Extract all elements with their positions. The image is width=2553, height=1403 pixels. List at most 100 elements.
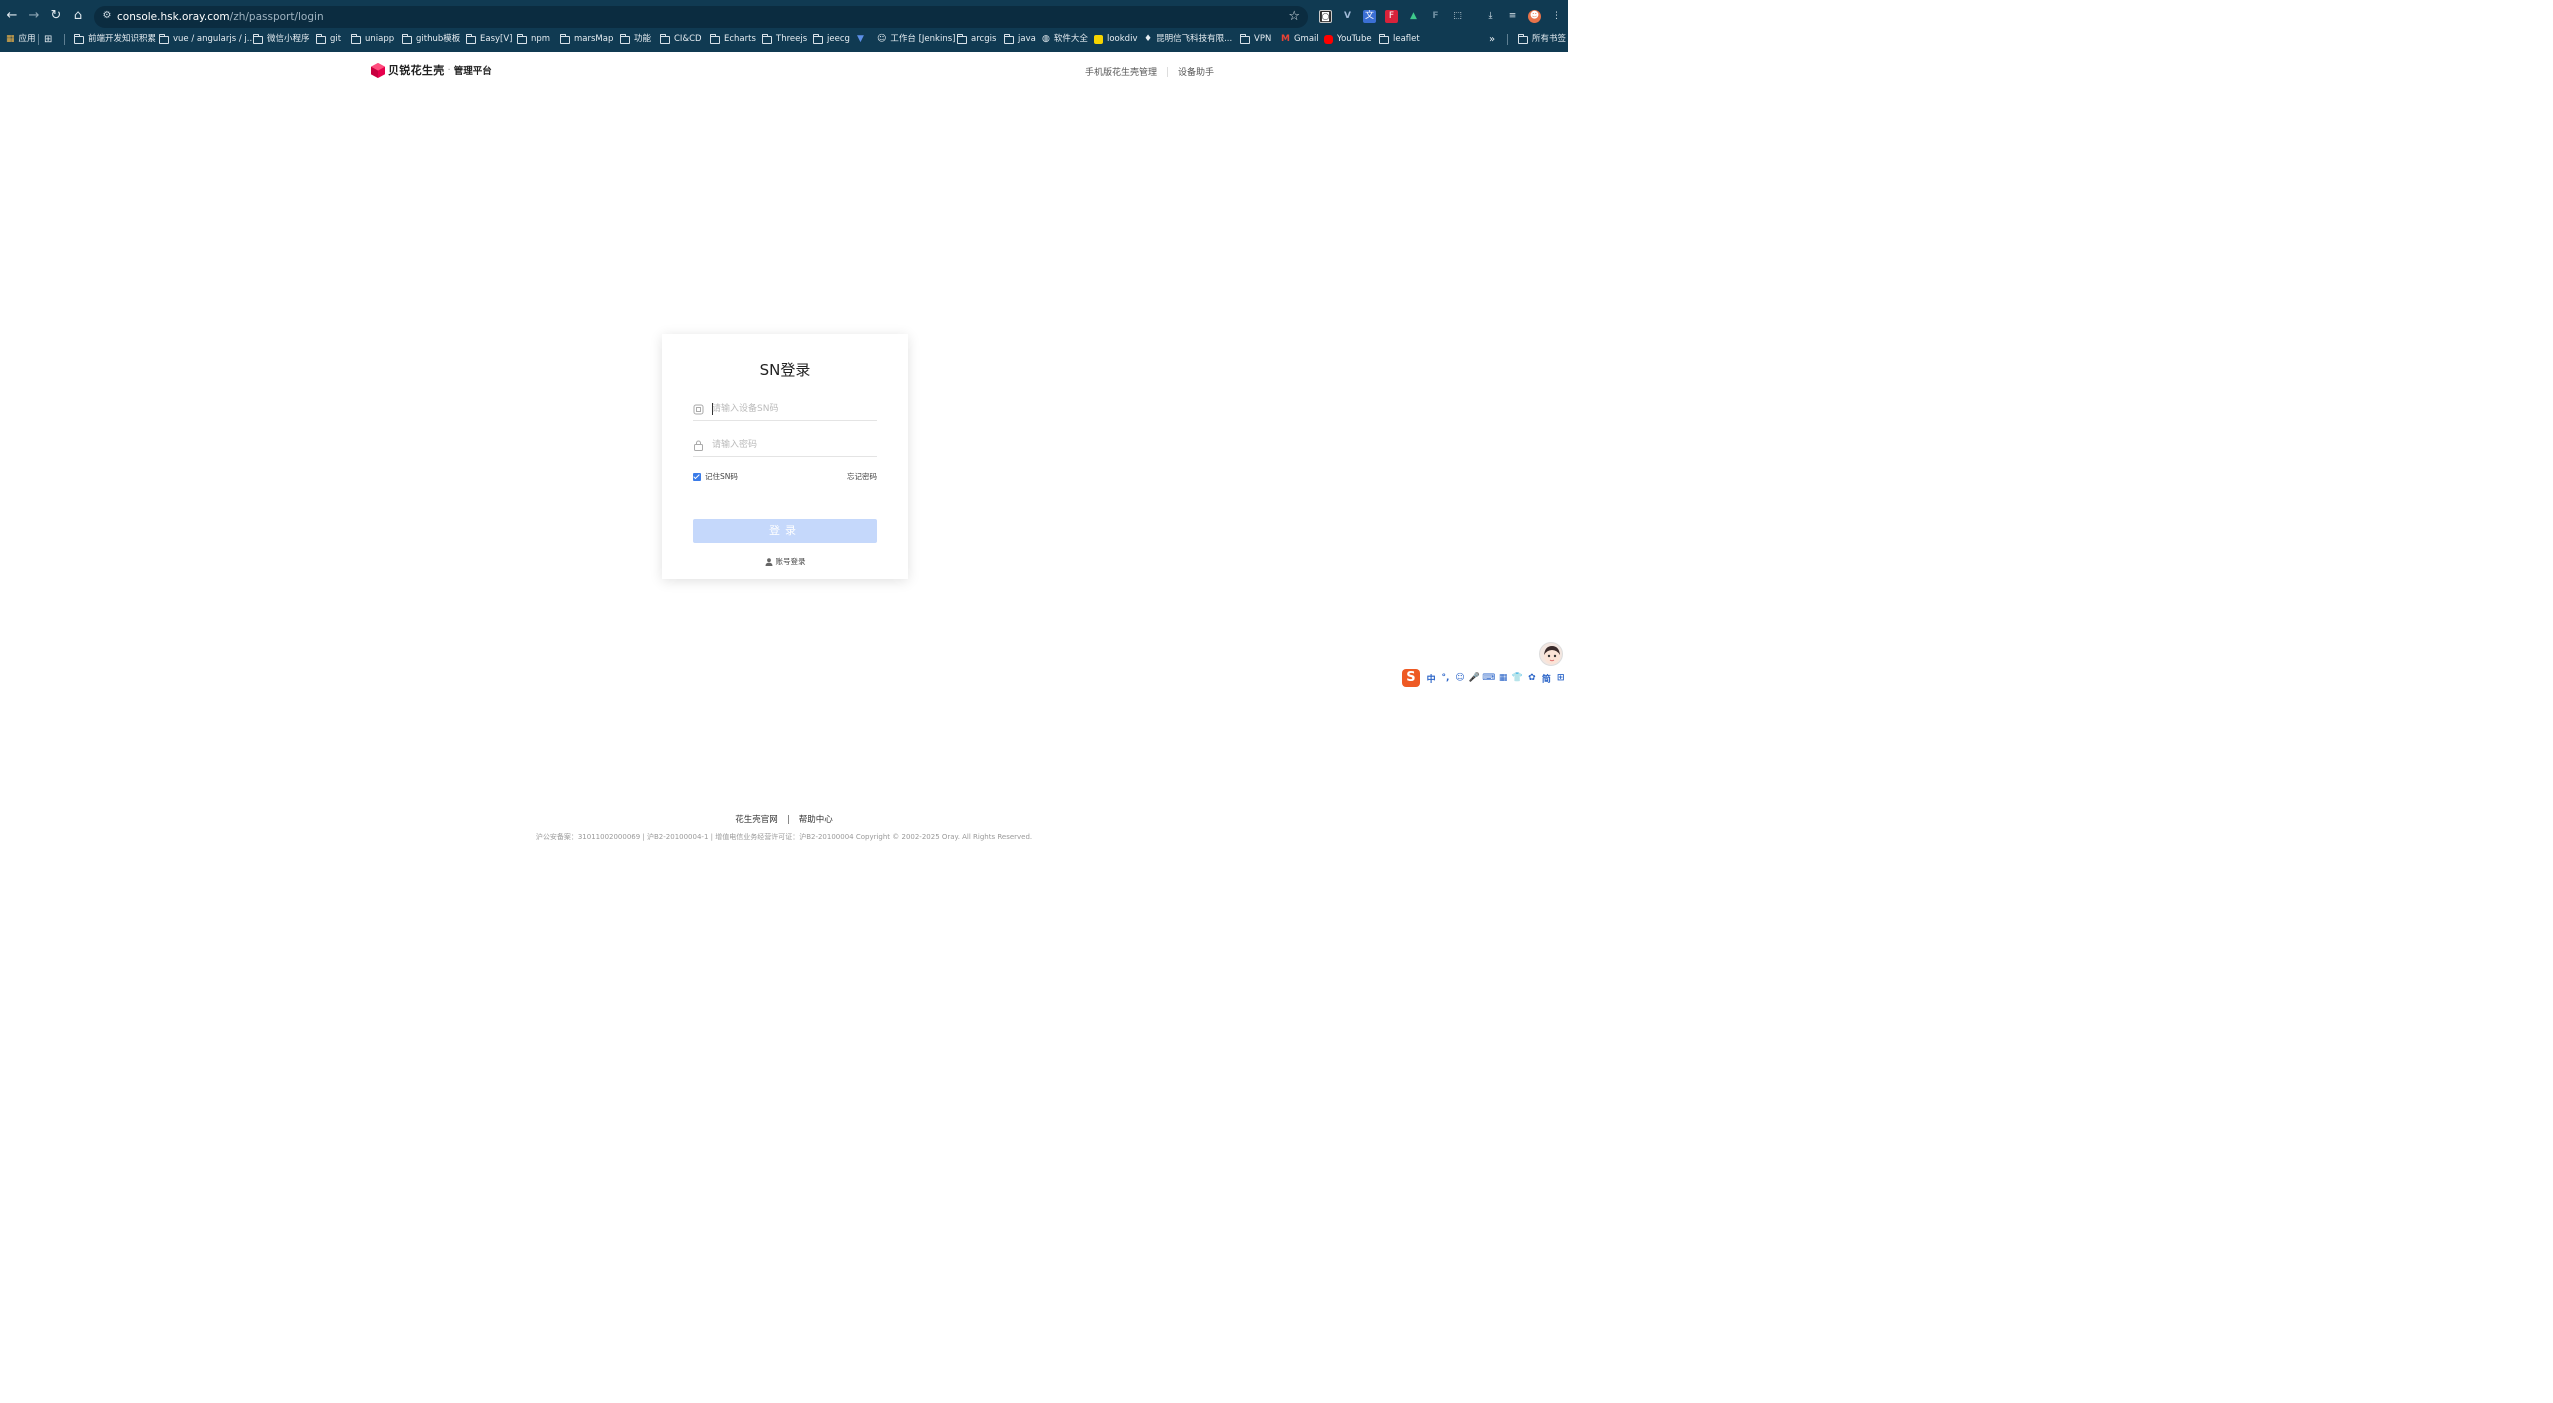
brand-separator: · <box>447 64 451 76</box>
browser-chrome: ← → ↻ ⌂ ⚙ console.hsk.oray.com/zh/passpo… <box>0 0 1568 52</box>
platform-name: 管理平台 <box>453 66 492 77</box>
bookmark-jenkins[interactable]: ☺ 工作台 [Jenkins] <box>877 33 955 46</box>
header-separator <box>1166 66 1168 77</box>
address-bar[interactable]: ⚙ console.hsk.oray.com/zh/passport/login… <box>94 6 1308 28</box>
official-site-link[interactable]: 花生壳官网 <box>735 813 778 825</box>
bookmark-folder[interactable]: jeecg <box>813 33 850 46</box>
browser-menu-icon[interactable]: ⋮ <box>1550 10 1563 23</box>
bookmark-separator <box>1507 34 1508 45</box>
font-extension-icon[interactable]: F <box>1429 10 1442 23</box>
bookmarks-overflow[interactable]: » <box>1489 33 1495 46</box>
user-icon <box>765 557 772 566</box>
youtube-icon <box>1324 35 1333 44</box>
account-login-label: 账号登录 <box>775 557 806 566</box>
ime-simplified-mode[interactable]: 简 <box>1539 672 1553 685</box>
bookmark-folder[interactable]: 微信小程序 <box>253 33 310 46</box>
bookmark-folder[interactable]: Threejs <box>762 33 807 46</box>
bookmark-star-icon[interactable]: ☆ <box>1288 8 1300 26</box>
bookmark-apps[interactable]: ▦ 应用 <box>6 33 36 46</box>
remember-sn[interactable]: 记住SN码 <box>693 471 738 482</box>
download-icon[interactable]: ⤓ <box>1484 10 1497 23</box>
bookmark-folder[interactable]: git <box>316 33 341 46</box>
remember-sn-label: 记住SN码 <box>705 472 738 481</box>
globe-icon: ◍ <box>1042 34 1050 44</box>
bookmark-tab-groups[interactable]: ⊞ <box>44 33 52 46</box>
ime-emoji-icon[interactable]: ☺ <box>1453 673 1467 683</box>
help-center-link[interactable]: 帮助中心 <box>799 813 833 825</box>
login-button[interactable]: 登录 <box>693 519 877 543</box>
password-input[interactable] <box>712 437 876 453</box>
text-caret <box>712 403 713 415</box>
bookmark-folder[interactable]: CI&CD <box>660 33 702 46</box>
reading-list-icon[interactable]: ≡ <box>1506 10 1519 23</box>
password-field[interactable] <box>693 435 877 457</box>
bookmark-gmail[interactable]: M Gmail <box>1281 33 1319 46</box>
footer-separator <box>787 814 789 824</box>
bookmark-vuetify[interactable]: ▼ <box>857 33 864 46</box>
bookmark-folder[interactable]: vue / angularjs / j... <box>159 33 255 46</box>
bookmark-folder[interactable]: npm <box>517 33 550 46</box>
site-info-icon[interactable]: ⚙ <box>100 9 114 23</box>
bookmark-software[interactable]: ◍ 软件大全 <box>1042 33 1088 46</box>
account-login-link[interactable]: 账号登录 <box>662 556 908 567</box>
nuxt-icon[interactable]: ▲ <box>1407 10 1420 23</box>
ime-punctuation[interactable]: °, <box>1438 673 1452 683</box>
bookmark-folder[interactable]: uniapp <box>351 33 394 46</box>
extensions-puzzle-icon[interactable]: ⬚ <box>1451 10 1464 23</box>
ime-toolbox-icon[interactable]: ▦ <box>1496 673 1510 683</box>
folder-icon <box>660 33 670 44</box>
vue-devtools-icon[interactable]: V <box>1341 10 1354 23</box>
bookmark-separator <box>64 34 65 45</box>
ime-skin-icon[interactable]: 👕 <box>1510 673 1524 683</box>
folder-icon <box>74 33 84 44</box>
browser-toolbar: ← → ↻ ⌂ ⚙ console.hsk.oray.com/zh/passpo… <box>0 2 1568 30</box>
ime-extension-icon[interactable]: ✿ <box>1525 673 1539 683</box>
sn-field[interactable] <box>693 399 877 421</box>
bookmark-youtube[interactable]: YouTube <box>1324 33 1372 46</box>
bookmark-folder[interactable]: marsMap <box>560 33 613 46</box>
brand-logo[interactable]: 贝锐花生壳 · 管理平台 <box>371 62 492 78</box>
apps-grid-icon: ▦ <box>6 34 15 44</box>
forward-icon[interactable]: → <box>25 7 43 25</box>
remember-sn-checkbox[interactable] <box>693 472 701 481</box>
bookmark-folder[interactable]: Easy[V] <box>466 33 513 46</box>
ime-menu-icon[interactable]: ⊞ <box>1554 673 1568 683</box>
folder-icon <box>620 33 630 44</box>
folder-icon <box>560 33 570 44</box>
bookmark-all[interactable]: 所有书签 <box>1518 33 1566 46</box>
ime-chinese-mode[interactable]: 中 <box>1424 672 1438 685</box>
ime-assistant-avatar[interactable] <box>1539 642 1563 666</box>
bookmark-folder[interactable]: java <box>1004 33 1036 46</box>
bookmark-folder[interactable]: 前端开发知识积累 <box>74 33 156 46</box>
bookmark-folder[interactable]: Echarts <box>710 33 756 46</box>
folder-icon <box>316 33 326 44</box>
vuetify-icon: ▼ <box>857 34 864 44</box>
company-icon: ♦ <box>1144 34 1153 44</box>
bookmark-folder[interactable]: github模板 <box>402 33 460 46</box>
bookmark-folder[interactable]: VPN <box>1240 33 1271 46</box>
mobile-management-link[interactable]: 手机版花生壳管理 <box>1085 65 1157 78</box>
reload-icon[interactable]: ↻ <box>47 7 65 25</box>
sn-input[interactable] <box>712 401 876 417</box>
ime-keyboard-icon[interactable]: ⌨ <box>1482 673 1496 683</box>
home-icon[interactable]: ⌂ <box>69 7 87 25</box>
profile-avatar-icon[interactable]: ☻ <box>1528 10 1541 23</box>
translate-icon[interactable]: 文 <box>1363 10 1376 23</box>
extension-red-icon[interactable]: F <box>1385 10 1398 23</box>
ime-voice-icon[interactable]: 🎤 <box>1467 673 1481 683</box>
device-assistant-link[interactable]: 设备助手 <box>1178 65 1214 78</box>
bookmark-folder[interactable]: leaflet <box>1379 33 1420 46</box>
extension-icon[interactable]: ◙ <box>1319 10 1332 23</box>
ime-toolbar: S 中 °, ☺ 🎤 ⌨ ▦ 👕 ✿ 简 ⊞ <box>1402 669 1568 687</box>
bookmark-company[interactable]: ♦ 昆明信飞科技有限... <box>1144 33 1232 46</box>
bookmark-lookdiv[interactable]: lookdiv <box>1094 33 1137 46</box>
back-icon[interactable]: ← <box>3 7 21 25</box>
url-text[interactable]: console.hsk.oray.com/zh/passport/login <box>117 9 324 25</box>
folder-icon <box>762 33 772 44</box>
bookmark-folder[interactable]: 功能 <box>620 33 651 46</box>
forgot-password-link[interactable]: 忘记密码 <box>847 471 877 482</box>
chevron-double-right-icon: » <box>1489 34 1496 45</box>
lock-icon <box>694 440 703 451</box>
bookmark-folder[interactable]: arcgis <box>957 33 996 46</box>
sogou-ime-icon[interactable]: S <box>1402 669 1420 687</box>
